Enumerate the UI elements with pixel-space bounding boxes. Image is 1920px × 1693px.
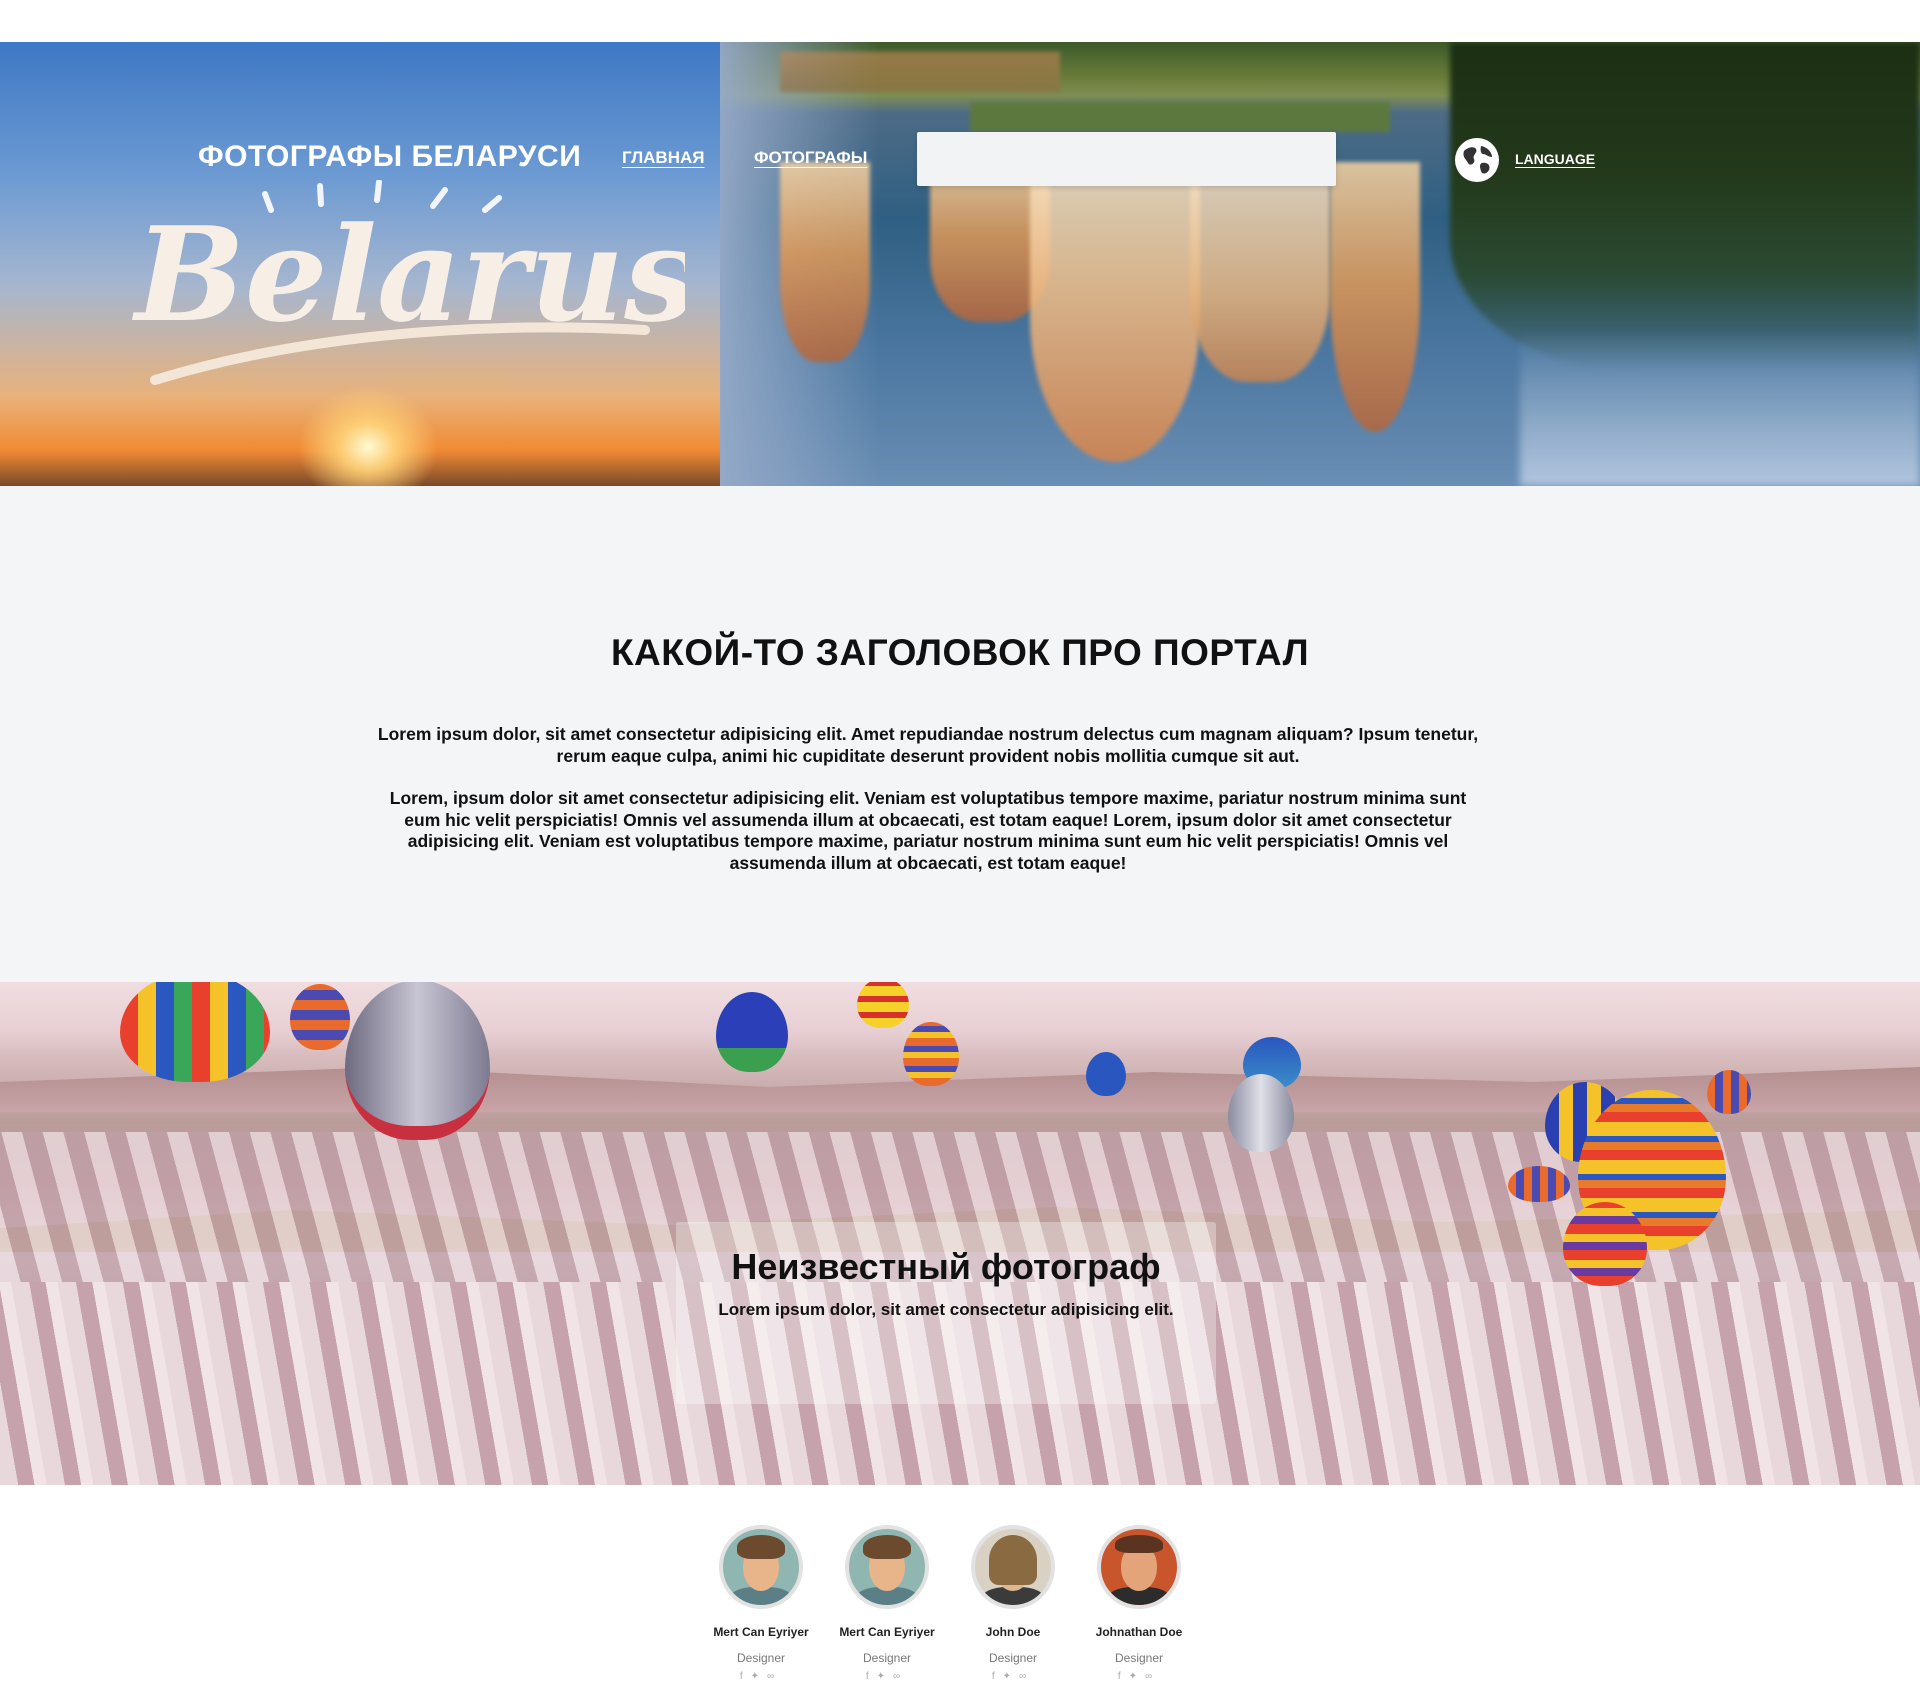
- team-member-card[interactable]: Mert Can Eyriyer Designer f✦∞: [691, 1525, 831, 1682]
- team-member-name: Johnathan Doe: [1095, 1625, 1183, 1639]
- team-member-card[interactable]: Johnathan Doe Designer f✦∞: [1069, 1525, 1209, 1682]
- about-paragraph-1: Lorem ipsum dolor, sit amet consectetur …: [377, 724, 1479, 766]
- team-member-role: Designer: [736, 1651, 786, 1665]
- language-link[interactable]: LANGUAGE: [1515, 151, 1595, 167]
- team-section: Mert Can Eyriyer Designer f✦∞ Mert Can E…: [0, 1485, 1920, 1693]
- social-links: f✦∞: [943, 1671, 1083, 1682]
- facebook-icon[interactable]: f: [740, 1671, 751, 1682]
- balloon-icon: [1086, 1052, 1126, 1096]
- team-member-role: Designer: [988, 1651, 1038, 1665]
- belarus-logo: Belarus: [131, 180, 685, 385]
- balloon-icon: [1508, 1166, 1570, 1202]
- site-brand[interactable]: ФОТОГРАФЫ БЕЛАРУСИ: [198, 140, 581, 174]
- avatar[interactable]: [971, 1525, 1055, 1609]
- link-icon[interactable]: ∞: [893, 1671, 908, 1682]
- social-links: f✦∞: [817, 1671, 957, 1682]
- team-member-card[interactable]: John Doe Designer f✦∞: [943, 1525, 1083, 1682]
- featured-photographer-card[interactable]: Неизвестный фотограф Lorem ipsum dolor, …: [676, 1222, 1216, 1404]
- balloon-icon: [1707, 1070, 1751, 1114]
- about-title: КАКОЙ-ТО ЗАГОЛОВОК ПРО ПОРТАЛ: [610, 632, 1310, 673]
- balloon-icon: [290, 984, 350, 1050]
- social-links: f✦∞: [691, 1671, 831, 1682]
- balloon-icon: [345, 982, 490, 1140]
- facebook-icon[interactable]: f: [992, 1671, 1003, 1682]
- link-icon[interactable]: ∞: [767, 1671, 782, 1682]
- avatar[interactable]: [1097, 1525, 1181, 1609]
- tree-reflection: [1450, 42, 1920, 372]
- team-member-name: Mert Can Eyriyer: [713, 1625, 809, 1639]
- search-input[interactable]: [917, 132, 1336, 186]
- featured-photographer-name: Неизвестный фотограф: [731, 1246, 1161, 1287]
- twitter-icon[interactable]: ✦: [877, 1671, 893, 1682]
- team-member-name: Mert Can Eyriyer: [839, 1625, 935, 1639]
- balloon-icon: [903, 1022, 959, 1086]
- globe-icon[interactable]: [1454, 137, 1500, 183]
- nav-photographers-link[interactable]: ФОТОГРАФЫ: [754, 148, 867, 168]
- twitter-icon[interactable]: ✦: [1003, 1671, 1019, 1682]
- link-icon[interactable]: ∞: [1145, 1671, 1160, 1682]
- social-links: f✦∞: [1069, 1671, 1209, 1682]
- balloon-icon: [1563, 1202, 1647, 1286]
- facebook-icon[interactable]: f: [866, 1671, 877, 1682]
- about-paragraph-2: Lorem, ipsum dolor sit amet consectetur …: [389, 788, 1467, 873]
- avatar[interactable]: [719, 1525, 803, 1609]
- hero-header: Belarus ФОТОГРАФЫ БЕЛАРУСИ ГЛАВНАЯ ФОТОГ…: [0, 0, 1920, 486]
- twitter-icon[interactable]: ✦: [1129, 1671, 1145, 1682]
- facebook-icon[interactable]: f: [1118, 1671, 1129, 1682]
- balloon-icon: [716, 992, 788, 1072]
- balloon-icon: [1228, 1074, 1294, 1152]
- twitter-icon[interactable]: ✦: [751, 1671, 767, 1682]
- about-section: КАКОЙ-ТО ЗАГОЛОВОК ПРО ПОРТАЛ Lorem ipsu…: [0, 486, 1920, 982]
- link-icon[interactable]: ∞: [1019, 1671, 1034, 1682]
- balloon-icon: [857, 982, 909, 1028]
- team-member-card[interactable]: Mert Can Eyriyer Designer f✦∞: [817, 1525, 957, 1682]
- featured-photographer-description: Lorem ipsum dolor, sit amet consectetur …: [718, 1300, 1174, 1319]
- team-member-name: John Doe: [985, 1625, 1041, 1639]
- nav-home-link[interactable]: ГЛАВНАЯ: [622, 148, 704, 168]
- team-member-role: Designer: [862, 1651, 912, 1665]
- balloon-icon: [120, 982, 270, 1082]
- team-member-role: Designer: [1114, 1651, 1164, 1665]
- page: Belarus ФОТОГРАФЫ БЕЛАРУСИ ГЛАВНАЯ ФОТОГ…: [0, 0, 1920, 1693]
- avatar[interactable]: [845, 1525, 929, 1609]
